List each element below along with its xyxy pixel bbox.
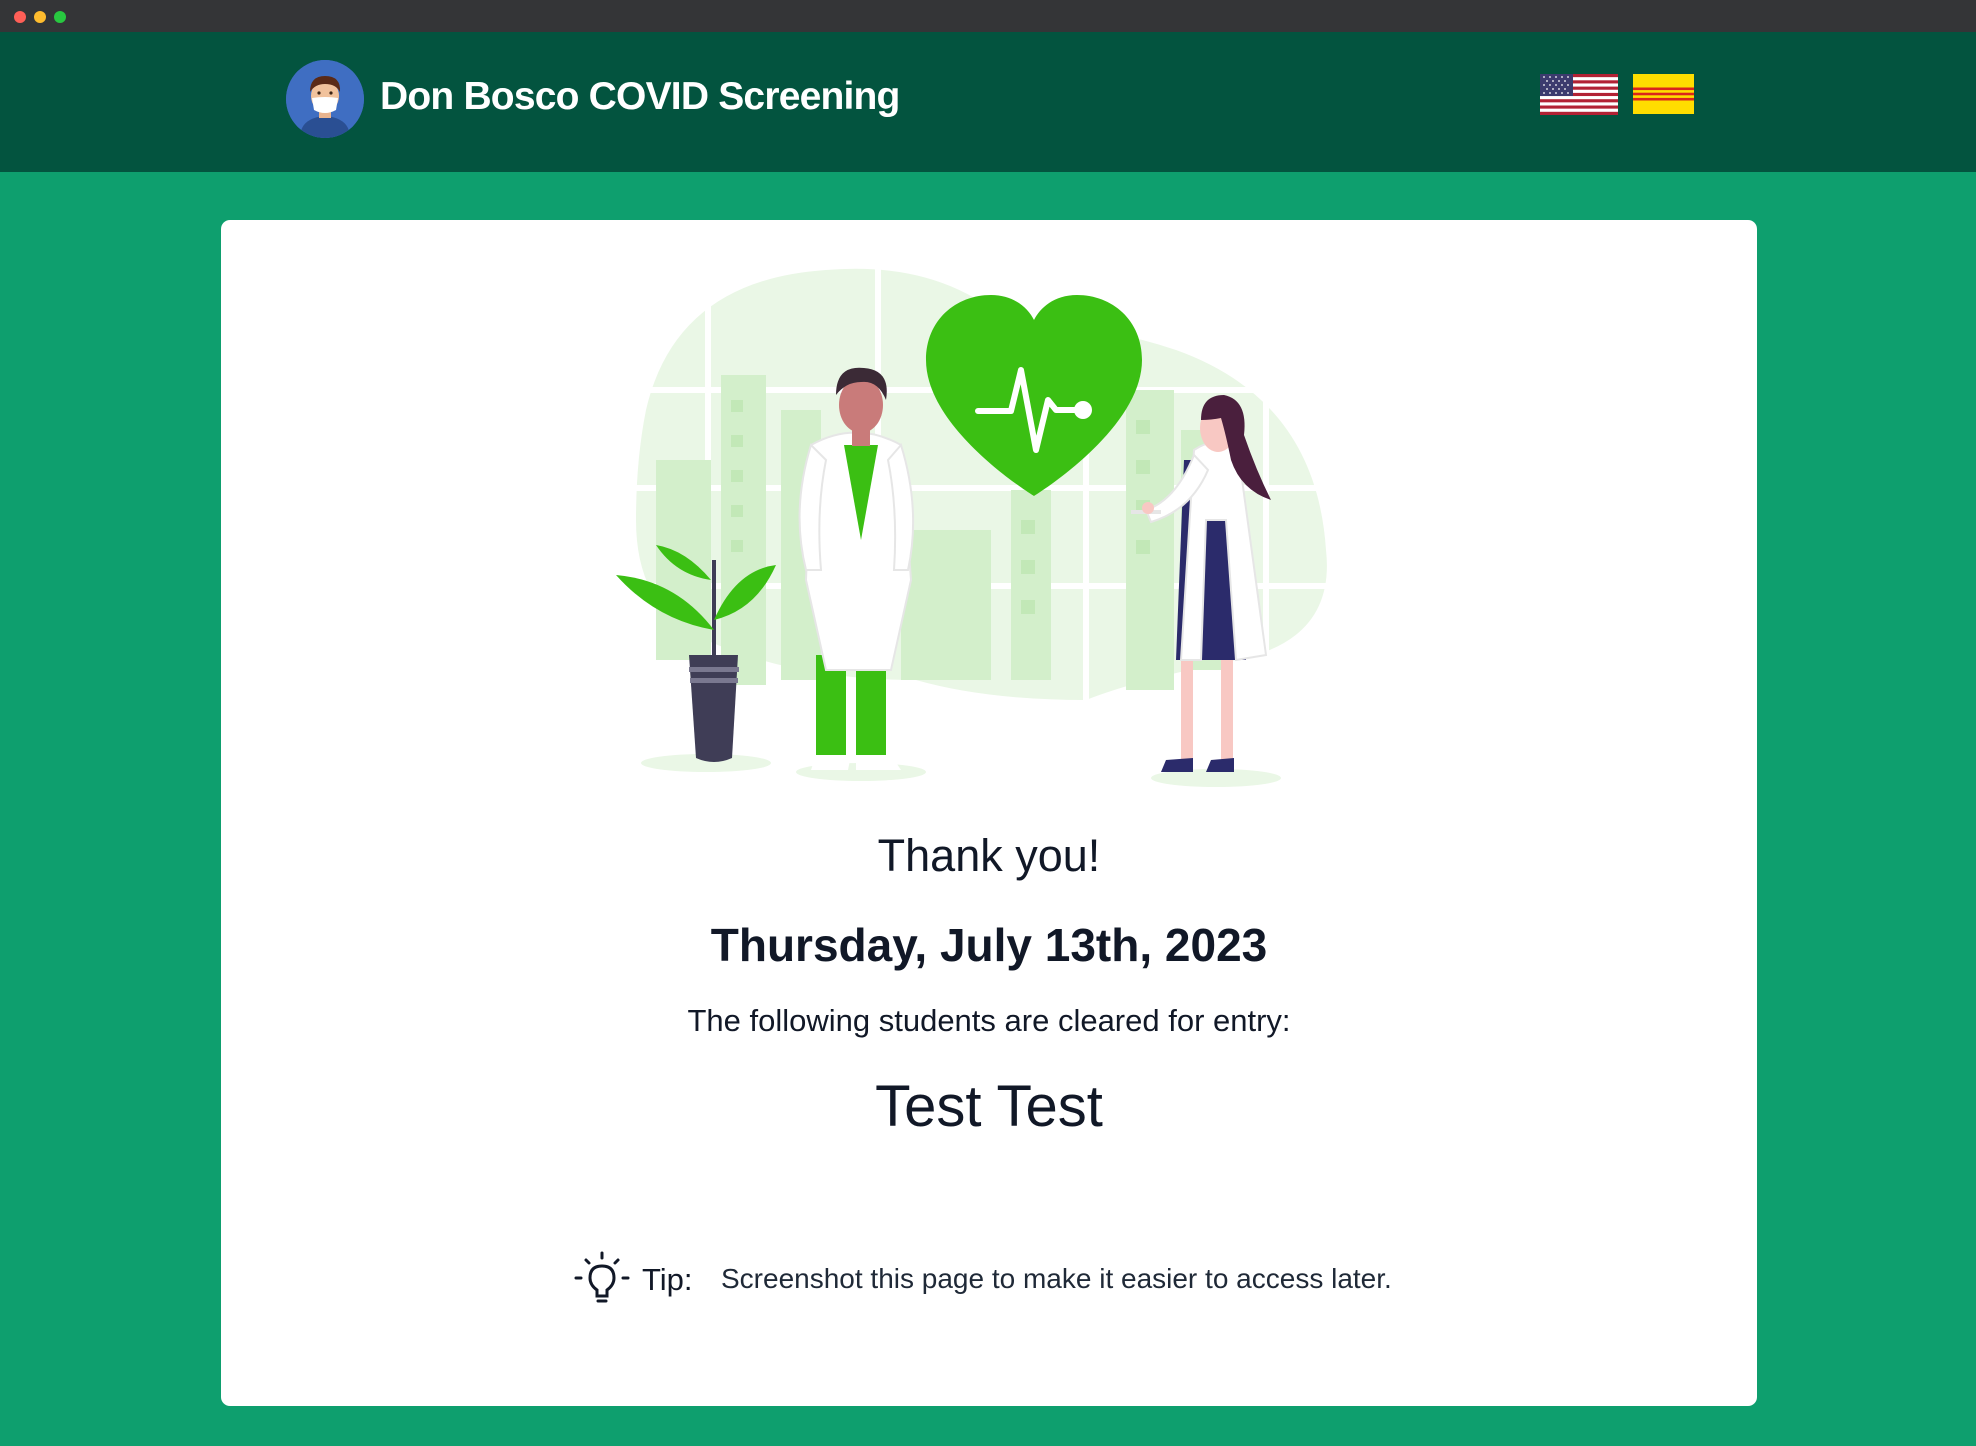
app-title[interactable]: Don Bosco COVID Screening: [380, 75, 900, 119]
thank-you-heading: Thank you!: [877, 830, 1101, 881]
tip-text: Screenshot this page to make it easier t…: [721, 1263, 1392, 1294]
window-titlebar: [0, 0, 1976, 33]
tip-label: Tip:: [642, 1262, 693, 1297]
screening-date: Thursday, July 13th, 2023: [710, 919, 1268, 971]
confirmation-card: Thank you! Thursday, July 13th, 2023 The…: [221, 220, 1757, 1406]
navbar: Don Bosco COVID Screening: [0, 32, 1976, 172]
maximize-window-button[interactable]: [54, 11, 66, 23]
doctors-heart-illustration: [616, 260, 1327, 787]
cleared-for-entry-text: The following students are cleared for e…: [687, 1003, 1291, 1038]
us-flag-icon[interactable]: [1540, 74, 1618, 115]
tip-row: Tip: Screenshot this page to make it eas…: [574, 1250, 1474, 1310]
lightbulb-icon: [574, 1251, 630, 1303]
vietnamese-heritage-flag-icon[interactable]: [1633, 74, 1694, 114]
student-name: Test Test: [875, 1074, 1103, 1139]
masked-person-logo-icon[interactable]: [286, 60, 364, 138]
close-window-button[interactable]: [14, 11, 26, 23]
minimize-window-button[interactable]: [34, 11, 46, 23]
